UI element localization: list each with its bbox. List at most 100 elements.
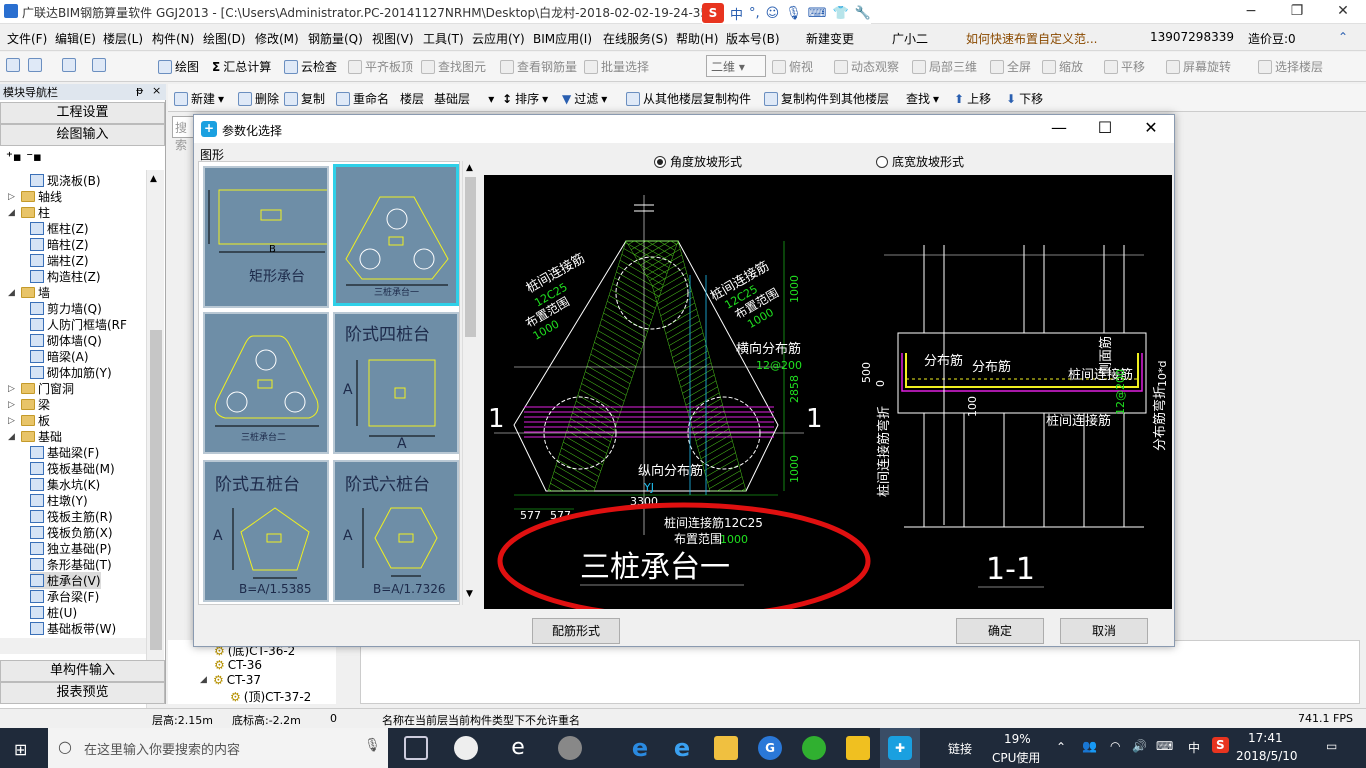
- tree-item[interactable]: 桩承台(V): [30, 572, 101, 589]
- chevron-up-icon[interactable]: ⌃: [1056, 740, 1066, 754]
- shape-tile-three-pile-2[interactable]: 三桩承台二: [203, 312, 329, 454]
- menu-draw[interactable]: 绘图(D): [203, 30, 246, 47]
- gallery-scrollbar[interactable]: ▲ ▼: [462, 161, 478, 605]
- scrollbar-thumb[interactable]: [150, 330, 162, 650]
- menu-online[interactable]: 在线服务(S): [603, 30, 668, 47]
- engineering-settings-button[interactable]: 工程设置: [0, 102, 165, 124]
- skin-icon[interactable]: 👕: [833, 6, 849, 21]
- screen-rotate-button[interactable]: 屏幕旋转: [1166, 58, 1231, 75]
- menu-component[interactable]: 构件(N): [152, 30, 194, 47]
- batch-select-button[interactable]: 批量选择: [584, 58, 649, 75]
- menu-edit[interactable]: 编辑(E): [55, 30, 96, 47]
- cloud-check-button[interactable]: 云检查: [284, 58, 337, 75]
- view-rebar-button[interactable]: 查看钢筋量: [500, 58, 577, 75]
- ok-button[interactable]: 确定: [956, 618, 1044, 644]
- tree-item[interactable]: 基础板带(W): [30, 620, 116, 637]
- tree-scrollbar[interactable]: ▲ ▼: [146, 170, 164, 725]
- minimize-button[interactable]: −: [1228, 0, 1274, 24]
- copy-button[interactable]: 复制: [284, 90, 325, 107]
- ime-punct[interactable]: °,: [749, 6, 760, 21]
- menu-credits[interactable]: 造价豆:0: [1248, 30, 1296, 47]
- expand-toggle-icon[interactable]: ▷: [8, 400, 18, 410]
- task-view-icon[interactable]: [404, 736, 428, 760]
- tree-folder[interactable]: ▷ 板: [8, 412, 50, 429]
- angle-slope-radio[interactable]: 角度放坡形式: [654, 153, 742, 170]
- tree-item[interactable]: 现浇板(B): [30, 172, 101, 189]
- tree-item[interactable]: 条形基础(T): [30, 556, 112, 573]
- ime-lang-tray[interactable]: 中: [1188, 739, 1200, 756]
- tree-folder[interactable]: ◢ 柱: [8, 204, 50, 221]
- edge-icon[interactable]: e: [628, 736, 652, 760]
- tree-item[interactable]: 构造柱(Z): [30, 268, 101, 285]
- dialog-close-button[interactable]: ✕: [1128, 115, 1174, 143]
- sort-button[interactable]: ↕ 排序 ▾: [502, 90, 548, 107]
- menu-new-change[interactable]: 新建变更: [806, 30, 854, 47]
- pan-button[interactable]: 平移: [1104, 58, 1145, 75]
- expand-toggle-icon[interactable]: ▷: [8, 384, 18, 394]
- copy-from-floor-button[interactable]: 从其他楼层复制构件: [626, 90, 751, 107]
- move-down-button[interactable]: ⬇ 下移: [1006, 90, 1043, 107]
- tree-item[interactable]: 暗梁(A): [30, 348, 89, 365]
- keyboard-icon[interactable]: ⌨: [808, 6, 827, 21]
- orbit-button[interactable]: 动态观察: [834, 58, 899, 75]
- tree-item[interactable]: 承台梁(F): [30, 588, 99, 605]
- cancel-button[interactable]: 取消: [1060, 618, 1148, 644]
- select-floor-button[interactable]: 选择楼层: [1258, 58, 1323, 75]
- expand-toggle-icon[interactable]: ◢: [8, 288, 18, 298]
- ime-toolbar[interactable]: S 中 °, ☺ 🎙 ⌨ 👕 🔧: [702, 2, 871, 24]
- taskbar-search-input[interactable]: ○ 在这里输入你要搜索的内容 🎙: [48, 728, 388, 768]
- expand-collapse-icons[interactable]: ⁺▪ ⁻▪: [6, 150, 42, 165]
- tree-item[interactable]: 砌体加筋(Y): [30, 364, 112, 381]
- single-input-button[interactable]: 单构件输入: [0, 660, 165, 682]
- delete-button[interactable]: 删除: [238, 90, 279, 107]
- glodon-g-icon[interactable]: G: [758, 736, 782, 760]
- tree-item[interactable]: 桩(U): [30, 604, 77, 621]
- microphone-icon[interactable]: 🎙: [785, 6, 802, 21]
- close-button[interactable]: ✕: [1320, 0, 1366, 24]
- restore-button[interactable]: ❐: [1274, 0, 1320, 24]
- menu-cloud[interactable]: 云应用(Y): [472, 30, 525, 47]
- list-item[interactable]: ⚙ CT-36: [214, 658, 262, 672]
- tree-item[interactable]: 端柱(Z): [30, 252, 89, 269]
- notification-icon[interactable]: ▭: [1326, 739, 1337, 753]
- open-file-icon[interactable]: [28, 58, 42, 72]
- volume-icon[interactable]: 🔊: [1132, 739, 1147, 753]
- top-view-button[interactable]: 俯视: [772, 58, 813, 75]
- tray-link[interactable]: 链接: [948, 740, 972, 757]
- tree-folder[interactable]: ▷ 门窗洞: [8, 380, 74, 397]
- tree-hscroll[interactable]: [0, 638, 146, 654]
- tree-item[interactable]: 筏板基础(M): [30, 460, 115, 477]
- wrench-icon[interactable]: 🔧: [855, 6, 871, 21]
- clock-date[interactable]: 2018/5/10: [1236, 749, 1298, 763]
- chevron-up-icon[interactable]: ⌃: [1338, 30, 1348, 44]
- people-icon[interactable]: 👥: [1082, 739, 1097, 753]
- tree-item[interactable]: 筏板主筋(R): [30, 508, 113, 525]
- shape-tile-four-pile[interactable]: 阶式四桩台 A A: [333, 312, 459, 454]
- microphone-icon[interactable]: 🎙: [364, 738, 381, 753]
- sum-calc-button[interactable]: Σ 汇总计算: [212, 58, 271, 75]
- ime-lang[interactable]: 中: [730, 4, 743, 23]
- tree-folder[interactable]: ◢ 墙: [8, 284, 50, 301]
- zoom-button[interactable]: 缩放: [1042, 58, 1083, 75]
- tree-item[interactable]: 暗柱(Z): [30, 236, 89, 253]
- align-slab-top-button[interactable]: 平齐板顶: [348, 58, 413, 75]
- view-mode-select[interactable]: 二维 ▾: [706, 55, 766, 77]
- active-app-slot[interactable]: ✚: [880, 728, 920, 768]
- undo-icon[interactable]: [92, 58, 106, 72]
- tree-folder[interactable]: ▷ 梁: [8, 396, 50, 413]
- tree-folder[interactable]: ▷ 轴线: [8, 188, 62, 205]
- menu-rebar[interactable]: 钢筋量(Q): [308, 30, 363, 47]
- menu-phone[interactable]: 13907298339: [1150, 30, 1234, 44]
- tree-item[interactable]: 框柱(Z): [30, 220, 89, 237]
- tree-item[interactable]: 独立基础(P): [30, 540, 112, 557]
- menu-file[interactable]: 文件(F): [7, 30, 47, 47]
- new-file-icon[interactable]: [6, 58, 20, 72]
- edge-legacy-icon[interactable]: e: [506, 736, 530, 760]
- menu-floor[interactable]: 楼层(L): [103, 30, 143, 47]
- shape-tile-six-pile[interactable]: 阶式六桩台 A B=A/1.7326: [333, 460, 459, 602]
- rebar-form-button[interactable]: 配筋形式: [532, 618, 620, 644]
- list-scrollbar[interactable]: [336, 640, 352, 704]
- list-item[interactable]: ⚙ (顶)CT-37-2: [230, 688, 311, 705]
- clock-time[interactable]: 17:41: [1248, 731, 1283, 745]
- tree-folder[interactable]: ◢ 基础: [8, 428, 62, 445]
